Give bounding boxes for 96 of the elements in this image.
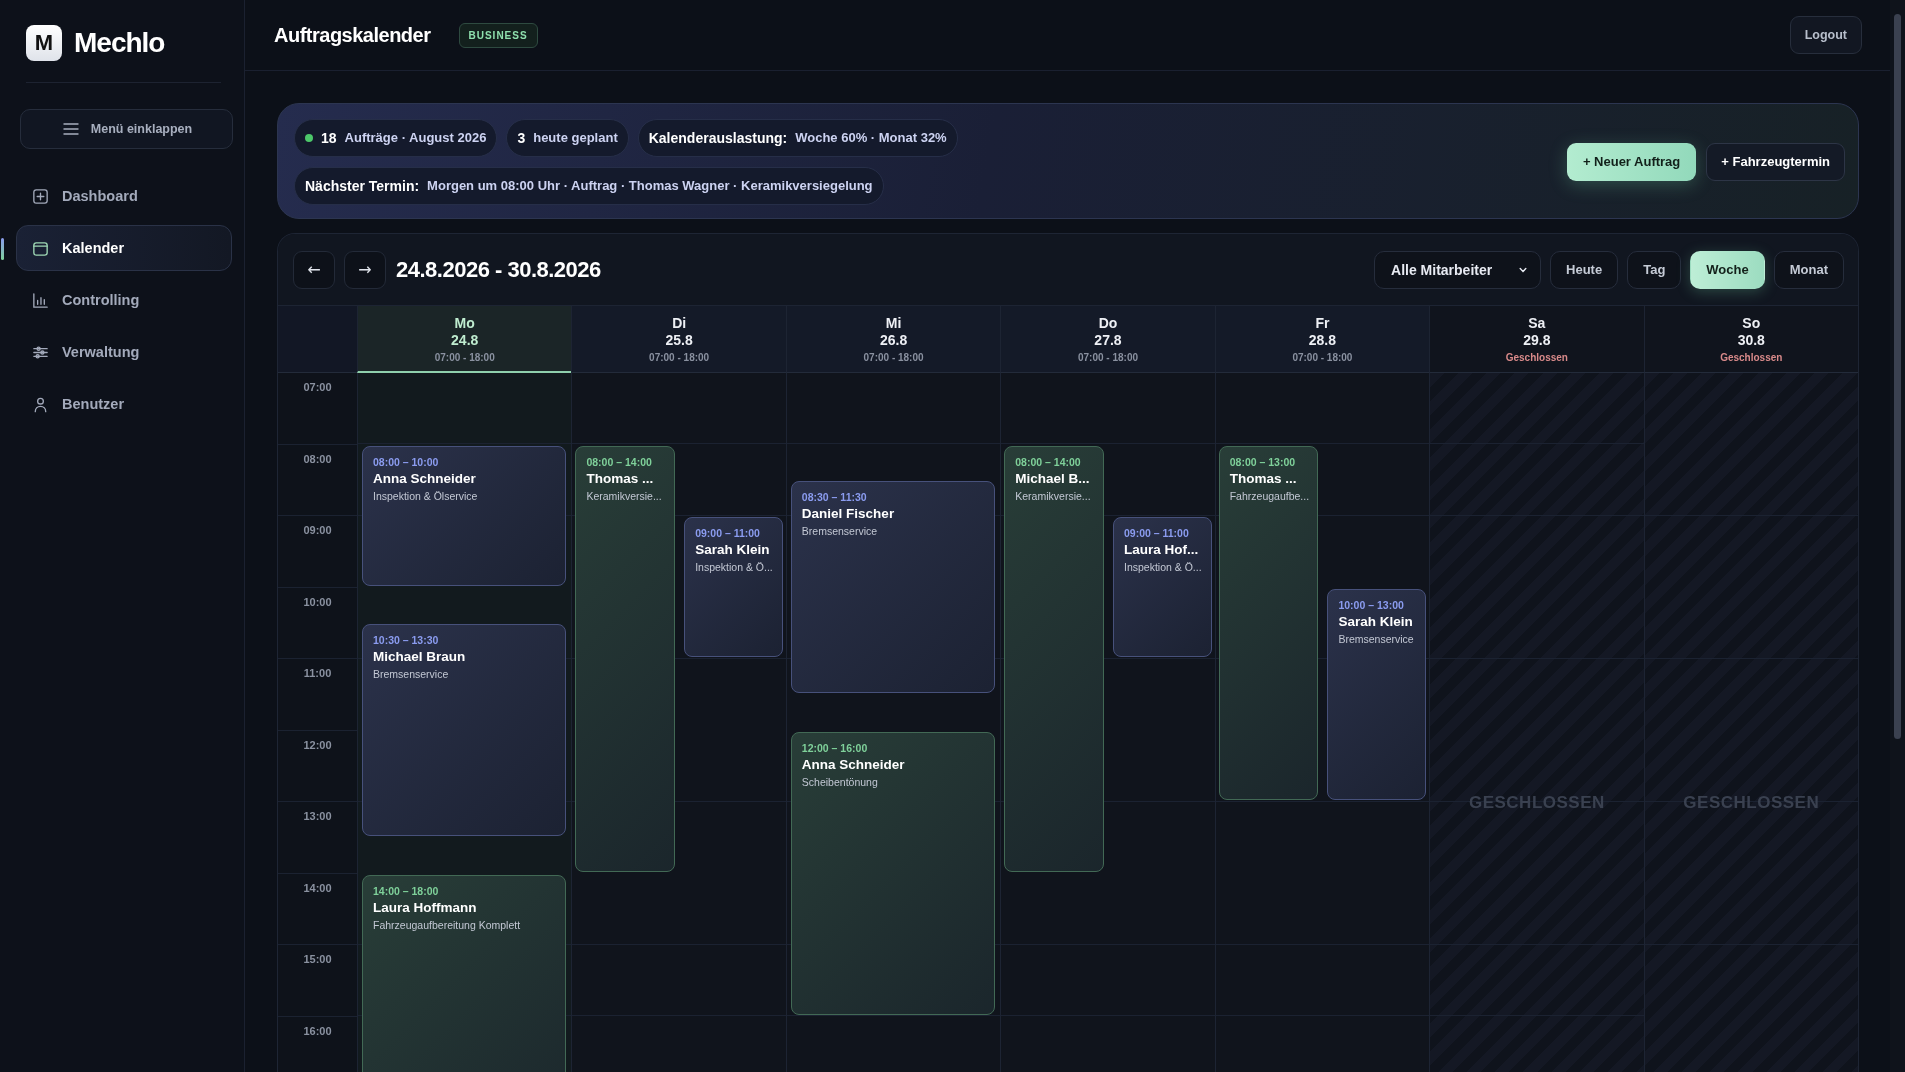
- customer-name: Sarah Klein: [1338, 613, 1414, 629]
- dashboard-icon: [31, 186, 50, 206]
- chip-text: Aufträge · August 2026: [344, 130, 487, 145]
- weekday: Fr: [1315, 315, 1330, 331]
- weekday: Di: [672, 315, 687, 331]
- appointment-card[interactable]: 08:00 – 14:00 Michael B... Keramikversie...: [1004, 445, 1104, 872]
- chip-value: 18: [321, 129, 337, 146]
- chip-value: Nächster Termin:: [305, 177, 420, 194]
- new-order-button[interactable]: + Neuer Auftrag: [1566, 142, 1697, 181]
- opening-hours: 07:00 - 18:00: [863, 352, 924, 363]
- customer-name: Sarah Klein: [695, 542, 771, 557]
- customer-name: Anna Schneider: [801, 756, 906, 772]
- date-range: 24.8.2026 - 30.8.2026: [396, 256, 601, 283]
- weekday: So: [1742, 315, 1761, 331]
- customer-name: Laura Hof...: [1124, 542, 1200, 557]
- service-name: Inspektion & Ölservice: [373, 489, 479, 502]
- appointment-time: 09:00 – 11:00: [1124, 527, 1190, 539]
- appointment-card[interactable]: 08:00 – 14:00 Thomas ... Keramikversie...: [575, 445, 676, 872]
- service-name: Inspektion & Ö...: [695, 561, 772, 573]
- opening-hours: 07:00 - 18:00: [649, 352, 710, 363]
- logo-mark: M: [26, 25, 62, 61]
- appointment-card[interactable]: 09:00 – 11:00 Sarah Klein Inspektion & Ö...: [684, 517, 783, 657]
- closed-note: Geschlossen: [1505, 352, 1568, 363]
- service-name: Keramikversie...: [1015, 489, 1092, 502]
- next-week-button[interactable]: →: [344, 250, 386, 289]
- service-name: Bremsenservice: [1338, 632, 1415, 645]
- appointment-time: 12:00 – 16:00: [801, 741, 869, 754]
- sidebar-item[interactable]: Controlling: [16, 277, 232, 323]
- appointment-time: 08:00 – 14:00: [1015, 455, 1082, 468]
- service-name: Bremsenservice: [801, 525, 879, 538]
- weekday: Mi: [885, 315, 902, 331]
- bar-chart-icon: [31, 290, 50, 310]
- chip-text: heute geplant: [533, 130, 618, 145]
- customer-name: Laura Hoffmann: [373, 899, 478, 915]
- service-name: Scheibentönung: [801, 775, 879, 788]
- collapse-menu-button[interactable]: Menü einklappen: [20, 109, 233, 149]
- view-tab[interactable]: Tag: [1627, 250, 1682, 289]
- appointment-time: 10:30 – 13:30: [373, 634, 440, 647]
- day-date: 30.8: [1737, 332, 1765, 348]
- chip-value: 3: [517, 129, 526, 146]
- appointment-time: 14:00 – 18:00: [373, 884, 440, 897]
- day-date: 28.8: [1308, 332, 1337, 348]
- day-date: 27.8: [1094, 332, 1122, 348]
- opening-hours: 07:00 - 18:00: [434, 351, 495, 363]
- chip-text: Morgen um 08:00 Uhr · Auftrag · Thomas Wagner · Keramikversiegelung: [427, 178, 873, 193]
- appointment-time: 09:00 – 11:00: [695, 527, 761, 539]
- day-date: 25.8: [665, 332, 693, 348]
- opening-hours: 07:00 - 18:00: [1292, 352, 1353, 363]
- sidebar-item[interactable]: Verwaltung: [16, 329, 232, 375]
- weekday: Sa: [1528, 315, 1546, 331]
- sidebar-item[interactable]: Dashboard: [16, 173, 232, 219]
- appointment-time: 08:00 – 13:00: [1229, 455, 1297, 468]
- day-date: 29.8: [1523, 332, 1551, 348]
- view-tab[interactable]: Monat: [1773, 250, 1844, 289]
- customer-name: Michael B...: [1015, 470, 1091, 486]
- appointment-card[interactable]: 14:00 – 18:00 Laura Hoffmann Fahrzeugaufbereitung Komplett: [362, 874, 567, 1072]
- service-name: Keramikversie...: [586, 489, 663, 502]
- appointment-card[interactable]: 12:00 – 16:00 Anna Schneider Scheibentönung: [790, 731, 996, 1015]
- appointment-card[interactable]: 10:30 – 13:30 Michael Braun Bremsenservice: [362, 624, 567, 836]
- appointment-card[interactable]: 09:00 – 11:00 Laura Hof... Inspektion & Ö...: [1113, 517, 1212, 657]
- closed-note: Geschlossen: [1720, 352, 1783, 363]
- service-name: Fahrzeugaufbereitung Komplett: [373, 918, 522, 931]
- service-name: Bremsenservice: [373, 668, 450, 681]
- appointment-card[interactable]: 08:00 – 10:00 Anna Schneider Inspektion & Ölservice: [362, 445, 567, 586]
- weekday: Mo: [454, 314, 475, 331]
- customer-name: Thomas ...: [586, 470, 655, 486]
- customer-name: Daniel Fischer: [801, 506, 896, 522]
- vehicle-appointment-button[interactable]: + Fahrzeugtermin: [1706, 142, 1845, 181]
- appointment-time: 10:00 – 13:00: [1338, 598, 1405, 611]
- customer-name: Anna Schneider: [373, 470, 477, 486]
- logout-button[interactable]: Logout: [1789, 16, 1862, 54]
- appointment-card[interactable]: 08:30 – 11:30 Daniel Fischer Bremsenservice: [790, 481, 996, 693]
- appointment-time: 08:00 – 10:00: [373, 455, 440, 468]
- weekday: Do: [1098, 315, 1118, 331]
- plan-badge: BUSINESS: [458, 22, 538, 48]
- previous-week-button[interactable]: ←: [293, 250, 335, 289]
- opening-hours: 07:00 - 18:00: [1077, 352, 1138, 363]
- service-name: Inspektion & Ö...: [1124, 561, 1201, 573]
- appointment-time: 08:30 – 11:30: [801, 491, 868, 504]
- active-indicator: [1, 238, 4, 260]
- customer-name: Michael Braun: [373, 649, 467, 665]
- appointment-card[interactable]: 10:00 – 13:00 Sarah Klein Bremsenservice: [1327, 588, 1427, 800]
- day-date: 26.8: [879, 332, 908, 348]
- service-name: Fahrzeugaufbe...: [1229, 489, 1308, 502]
- brand-name: Mechlo: [74, 27, 165, 59]
- page-title: Auftragskalender: [274, 23, 431, 47]
- chip-text: Woche 60% · Monat 32%: [795, 130, 947, 145]
- customer-name: Thomas ...: [1229, 470, 1298, 486]
- day-date: 24.8: [451, 331, 479, 348]
- appointment-card[interactable]: 08:00 – 13:00 Thomas ... Fahrzeugaufbe...: [1218, 445, 1319, 800]
- chip-value: Kalenderauslastung:: [648, 129, 788, 146]
- view-tab[interactable]: Heute: [1550, 250, 1619, 289]
- appointment-time: 08:00 – 14:00: [586, 455, 653, 468]
- sidebar-item[interactable]: Benutzer: [16, 381, 232, 427]
- employee-select[interactable]: Alle Mitarbeiter: [1374, 250, 1542, 289]
- view-tab[interactable]: Woche: [1690, 250, 1765, 289]
